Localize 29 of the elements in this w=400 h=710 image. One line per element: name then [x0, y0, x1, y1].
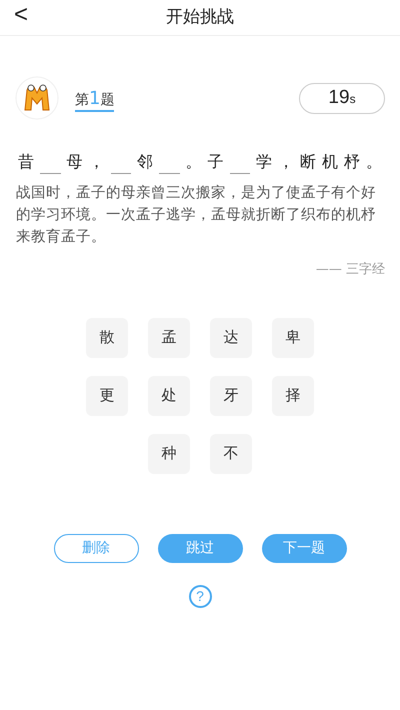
- puzzle-character: 昔: [18, 151, 34, 173]
- puzzle-character: ，: [278, 151, 294, 173]
- character-tile[interactable]: 孟: [148, 318, 190, 358]
- puzzle-character: 断: [300, 151, 316, 173]
- character-tile[interactable]: 种: [148, 434, 190, 474]
- puzzle-character: 机: [322, 151, 338, 173]
- puzzle-character: 邻: [137, 151, 153, 173]
- avatar-icon: [15, 76, 59, 120]
- back-button[interactable]: <: [14, 0, 28, 30]
- puzzle-character: 。: [186, 151, 202, 173]
- character-tile[interactable]: 散: [86, 318, 128, 358]
- character-tile[interactable]: 不: [210, 434, 252, 474]
- puzzle-character: 。: [366, 151, 382, 173]
- puzzle-character: 杼: [344, 151, 360, 173]
- character-tile[interactable]: 处: [148, 376, 190, 416]
- character-tile[interactable]: 达: [210, 318, 252, 358]
- timer-pill: 19s: [299, 82, 385, 114]
- character-tile[interactable]: 择: [272, 376, 314, 416]
- puzzle-character: 子: [208, 151, 224, 173]
- character-tile[interactable]: 牙: [210, 376, 252, 416]
- puzzle-character: ，: [88, 151, 104, 173]
- puzzle-character: 学: [256, 151, 272, 173]
- question-number: 第1题: [75, 88, 114, 112]
- page-title: 开始挑战: [166, 6, 234, 29]
- character-tile[interactable]: 更: [86, 376, 128, 416]
- explanation-text: 战国时，孟子的母亲曾三次搬家，是为了使孟子有个好的学习环境。一次孟子逃学，孟母就折断了织布的机杼来教育孟子。: [15, 184, 377, 247]
- source-label: —— 三字经: [316, 261, 385, 279]
- character-tile[interactable]: 卑: [272, 318, 314, 358]
- puzzle-character: 母: [66, 151, 82, 173]
